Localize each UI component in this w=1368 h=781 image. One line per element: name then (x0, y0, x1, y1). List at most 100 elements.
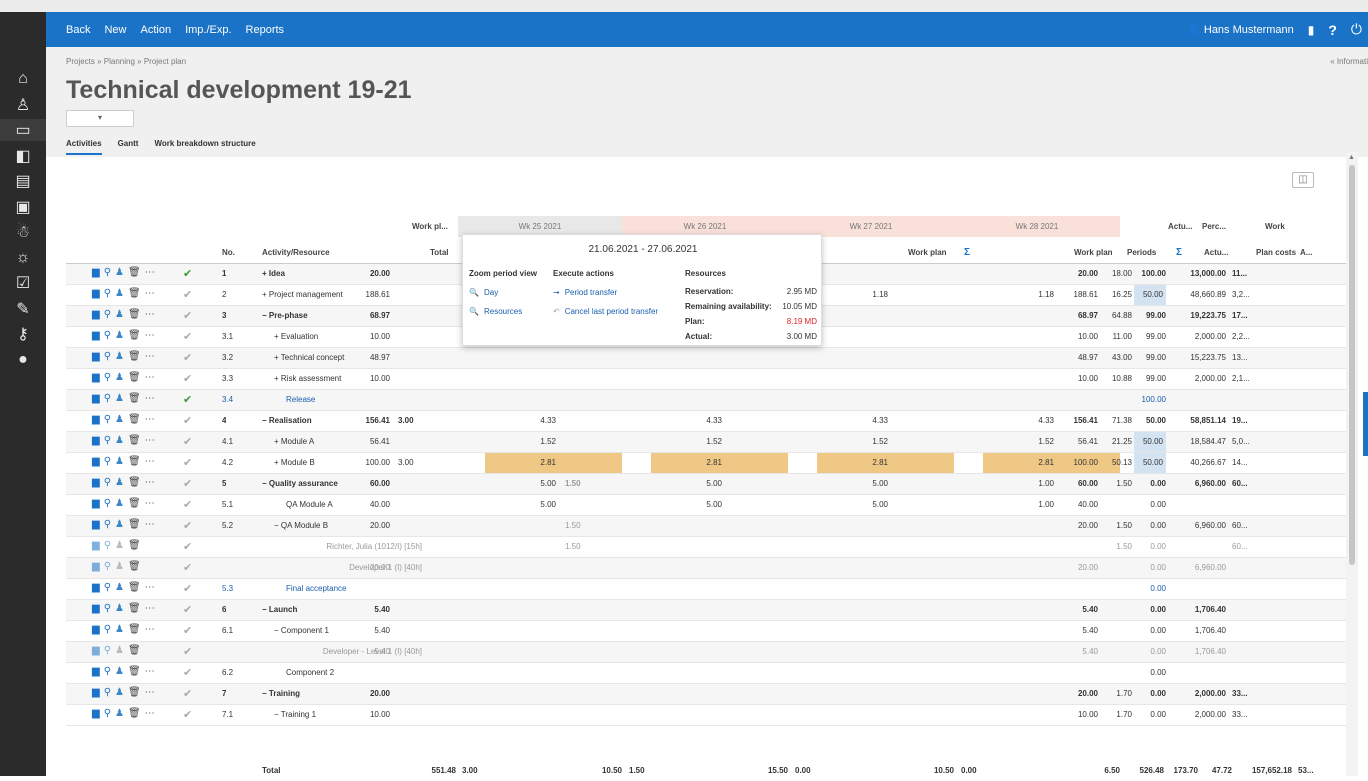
bug-icon[interactable]: ☼ (0, 247, 46, 269)
more-icon[interactable]: ⋯ (145, 309, 155, 320)
person-icon[interactable]: ♟ (115, 540, 124, 551)
search-icon[interactable]: ⚲ (104, 351, 111, 362)
table-row[interactable]: ▆ ⚲ ♟ 🗑 ⋯ ✔ 4− Realisation 156.41 3.00 4.33 4.33 4.… (66, 411, 1346, 432)
trash-icon[interactable]: 🗑 (128, 456, 141, 467)
trash-icon[interactable]: 🗑 (128, 267, 141, 278)
cancel-transfer-link[interactable]: ↶ Cancel last period transfer (553, 307, 658, 316)
image-folder-icon[interactable]: ▣ (0, 196, 46, 218)
edit-icon[interactable]: ▆ (92, 456, 100, 467)
team-icon[interactable]: ☃ (0, 221, 46, 243)
person-icon[interactable]: ♟ (115, 414, 124, 425)
key-icon[interactable]: ⚷ (0, 323, 46, 345)
edit-icon[interactable]: ▆ (92, 435, 100, 446)
table-row[interactable]: ▆ ⚲ ♟ 🗑 ⋯ ✔ 4.1 + Module A 56.41 1.52 1.52 1.52 1.52… (66, 432, 1346, 453)
check-icon[interactable]: ✔ (183, 687, 192, 700)
check-icon[interactable]: ✔ (183, 603, 192, 616)
check-icon[interactable]: ✔ (183, 624, 192, 637)
power-icon[interactable]: ⏻ (1351, 21, 1362, 38)
scrollbar-thumb[interactable] (1349, 165, 1355, 565)
table-row[interactable]: ▆ ⚲ ♟ 🗑 ✔ Developer 1 (I) [40h] 20.00 20.00 0.00… (66, 558, 1346, 579)
search-icon[interactable]: ⚲ (104, 582, 111, 593)
table-row[interactable]: ▆ ⚲ ♟ 🗑 ⋯ ✔ 3.3 + Risk assessment 10.00 10.00 10.8… (66, 369, 1346, 390)
table-row[interactable]: ▆ ⚲ ♟ 🗑 ✔ Richter, Julia (1012/I) [15h] 1.50 1.… (66, 537, 1346, 558)
trash-icon[interactable]: 🗑 (128, 414, 141, 425)
columns-icon[interactable]: ◫ (1292, 172, 1314, 188)
edit-icon[interactable]: ▆ (92, 477, 100, 488)
person-icon[interactable]: ♟ (115, 477, 124, 488)
home-icon[interactable]: ⌂ (0, 68, 46, 90)
check-icon[interactable]: ✔ (183, 267, 192, 280)
table-row[interactable]: ▆ ⚲ ♟ 🗑 ⋯ ✔ 3.4 Release 100.00 (66, 390, 1346, 411)
more-icon[interactable]: ⋯ (145, 414, 155, 425)
circle-icon[interactable]: ● (0, 349, 46, 371)
folder-icon[interactable]: ▭ (0, 119, 46, 141)
trash-icon[interactable]: 🗑 (128, 540, 141, 551)
search-icon[interactable]: ⚲ (104, 708, 111, 719)
trash-icon[interactable]: 🗑 (128, 435, 141, 446)
person-icon[interactable]: ♟ (115, 351, 124, 362)
side-panel-tab[interactable] (1363, 392, 1368, 456)
edit-icon[interactable]: ▆ (92, 519, 100, 530)
trash-icon[interactable]: 🗑 (128, 498, 141, 509)
search-icon[interactable]: ⚲ (104, 519, 111, 530)
trash-icon[interactable]: 🗑 (128, 393, 141, 404)
edit-icon[interactable]: ▆ (92, 351, 100, 362)
new-button[interactable]: New (104, 24, 126, 36)
table-row[interactable]: ▆ ⚲ ♟ 🗑 ⋯ ✔ 5.1 QA Module A 40.00 5.00 5.00 5.00 1.0… (66, 495, 1346, 516)
table-row[interactable]: ▆ ⚲ ♟ 🗑 ⋯ ✔ 5.2− QA Module B 20.00 1.50 20.00 1.50… (66, 516, 1346, 537)
search-icon[interactable]: ⚲ (104, 561, 111, 572)
action-menu[interactable]: Action (140, 24, 171, 36)
edit-icon[interactable]: ▆ (92, 582, 100, 593)
more-icon[interactable]: ⋯ (145, 351, 155, 362)
more-icon[interactable]: ⋯ (145, 330, 155, 341)
more-icon[interactable]: ⋯ (145, 288, 155, 299)
person-icon[interactable]: ♟ (115, 309, 124, 320)
person-icon[interactable]: ♟ (115, 456, 124, 467)
edit-icon[interactable]: ▆ (92, 687, 100, 698)
person-icon[interactable]: ♟ (115, 666, 124, 677)
person-icon[interactable]: ♟ (115, 498, 124, 509)
check-icon[interactable]: ✔ (183, 498, 192, 511)
more-icon[interactable]: ⋯ (145, 435, 155, 446)
search-icon[interactable]: ⚲ (104, 624, 111, 635)
more-icon[interactable]: ⋯ (145, 582, 155, 593)
toggle-icon[interactable]: ◧ (0, 145, 46, 167)
trash-icon[interactable]: 🗑 (128, 624, 141, 635)
person-icon[interactable]: ♟ (115, 561, 124, 572)
edit-icon[interactable]: ▆ (92, 393, 100, 404)
tab-activities[interactable]: Activities (66, 139, 102, 155)
edit-icon[interactable]: ▆ (92, 372, 100, 383)
edit-icon[interactable]: ▆ (92, 645, 100, 656)
more-icon[interactable]: ⋯ (145, 519, 155, 530)
more-icon[interactable]: ⋯ (145, 666, 155, 677)
check-icon[interactable]: ✔ (183, 456, 192, 469)
check-icon[interactable]: ✔ (183, 519, 192, 532)
table-row[interactable]: ▆ ⚲ ♟ 🗑 ⋯ ✔ 4.2 + Module B 100.00 3.00 2.81 2.81 2.8… (66, 453, 1346, 474)
table-row[interactable]: ▆ ⚲ ♟ 🗑 ⋯ ✔ 6− Launch 5.40 5.40 0.00 1,706.40 (66, 600, 1346, 621)
import-export-menu[interactable]: Imp./Exp. (185, 24, 231, 36)
trash-icon[interactable]: 🗑 (128, 645, 141, 656)
check-icon[interactable]: ✔ (183, 309, 192, 322)
view-select[interactable]: ▾ (66, 110, 134, 127)
person-icon[interactable]: ♟ (115, 372, 124, 383)
table-row[interactable]: ▆ ⚲ ♟ 🗑 ⋯ ✔ 5.3 Final acceptance 0.00 (66, 579, 1346, 600)
table-row[interactable]: ▆ ⚲ ♟ 🗑 ⋯ ✔ 7.1− Training 1 10.00 10.00 1.70 0.00 2… (66, 705, 1346, 726)
search-icon[interactable]: ⚲ (104, 666, 111, 677)
check-icon[interactable]: ✔ (183, 351, 192, 364)
zoom-resources-link[interactable]: 🔍 Resources (469, 307, 522, 316)
search-icon[interactable]: ⚲ (104, 267, 111, 278)
tag-icon[interactable]: ✎ (0, 298, 46, 320)
more-icon[interactable]: ⋯ (145, 267, 155, 278)
search-icon[interactable]: ⚲ (104, 456, 111, 467)
trash-icon[interactable]: 🗑 (128, 519, 141, 530)
search-icon[interactable]: ⚲ (104, 330, 111, 341)
check-icon[interactable]: ✔ (183, 666, 192, 679)
edit-icon[interactable]: ▆ (92, 498, 100, 509)
more-icon[interactable]: ⋯ (145, 477, 155, 488)
trash-icon[interactable]: 🗑 (128, 330, 141, 341)
tab-wbs[interactable]: Work breakdown structure (154, 139, 255, 155)
more-icon[interactable]: ⋯ (145, 603, 155, 614)
person-icon[interactable]: ♟ (115, 435, 124, 446)
search-icon[interactable]: ⚲ (104, 435, 111, 446)
person-icon[interactable]: ♟ (115, 519, 124, 530)
